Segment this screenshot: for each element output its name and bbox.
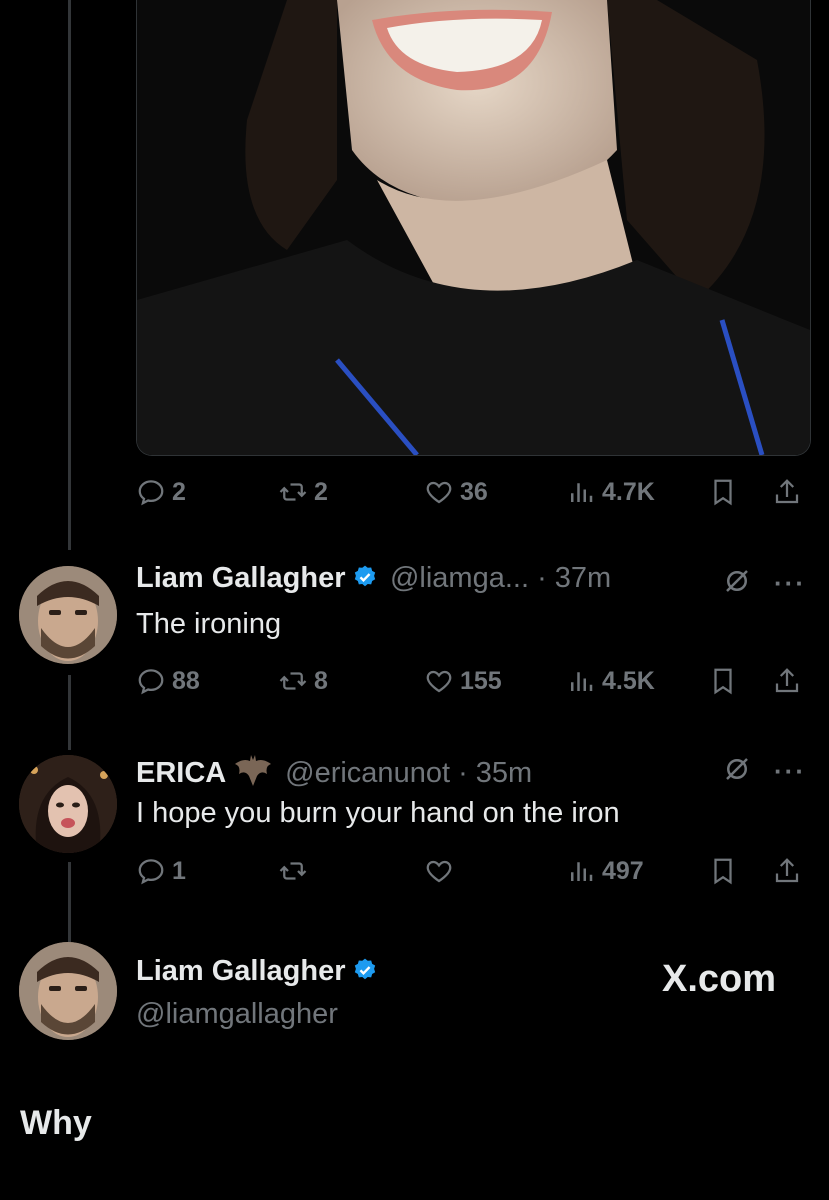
caption-text: Why (20, 1104, 92, 1142)
reply-count: 88 (172, 666, 200, 695)
heart-icon (426, 670, 452, 693)
repost-count: 2 (314, 477, 328, 506)
reply-1-header: Liam Gallagher @liamga... · 37m (136, 562, 611, 595)
post-media-photo[interactable] (136, 0, 811, 456)
like-count: 155 (460, 666, 502, 695)
more-icon[interactable]: ··· (774, 756, 806, 787)
views-count: 497 (602, 856, 644, 885)
views-icon (571, 862, 593, 881)
more-icon[interactable]: ··· (774, 568, 806, 599)
views-button[interactable]: 497 (566, 856, 644, 886)
author-handle[interactable]: @liamga... (390, 562, 529, 594)
grok-icon[interactable] (722, 754, 752, 789)
bookmark-icon (714, 479, 732, 506)
author-name[interactable]: Liam Gallagher (136, 562, 346, 594)
repost-icon (279, 862, 307, 880)
profile-name[interactable]: Liam Gallagher (136, 955, 346, 987)
post-text: The ironing (136, 608, 282, 640)
post-time[interactable]: 37m (555, 562, 611, 594)
reply-button[interactable]: 88 (136, 666, 200, 696)
post-time[interactable]: 35m (476, 757, 532, 789)
thread-line-top (68, 0, 71, 550)
reply-2-header: ERICA @ericanunot · 35m (136, 752, 532, 790)
like-count: 36 (460, 477, 488, 506)
repost-button[interactable]: 8 (278, 666, 328, 696)
bookmark-icon (714, 668, 732, 695)
like-button[interactable]: 36 (424, 477, 488, 507)
like-button[interactable] (424, 856, 460, 886)
x-com-watermark: X.com (662, 958, 777, 1000)
views-button[interactable]: 4.5K (566, 666, 655, 696)
grok-icon[interactable] (722, 566, 752, 601)
views-button[interactable]: 4.7K (566, 477, 655, 507)
share-button[interactable] (772, 477, 802, 507)
post-text: I hope you burn your hand on the iron (136, 797, 620, 829)
reply-count: 1 (172, 856, 186, 885)
thread-line-low (68, 862, 71, 942)
avatar-liam[interactable] (19, 566, 117, 664)
reply-button[interactable]: 2 (136, 477, 186, 507)
heart-icon (426, 481, 452, 504)
verified-badge-icon (354, 565, 375, 587)
repost-icon (279, 672, 307, 690)
reply-icon (138, 480, 164, 506)
share-button[interactable] (772, 666, 802, 696)
share-icon (775, 858, 799, 883)
share-button[interactable] (772, 856, 802, 886)
bookmark-icon (714, 858, 732, 885)
heart-icon (426, 860, 452, 883)
bookmark-button[interactable] (708, 856, 738, 886)
reply-icon (138, 859, 164, 885)
separator-dot: · (529, 562, 555, 594)
views-count: 4.7K (602, 477, 655, 506)
share-icon (775, 479, 799, 504)
profile-handle[interactable]: @liamgallagher (136, 998, 338, 1031)
repost-button[interactable] (278, 856, 314, 886)
bookmark-button[interactable] (708, 666, 738, 696)
separator-dot: · (450, 757, 476, 789)
repost-icon (279, 483, 307, 501)
like-button[interactable]: 155 (424, 666, 502, 696)
avatar-erica[interactable] (19, 755, 117, 853)
thread-line-mid (68, 675, 71, 750)
author-name[interactable]: ERICA (136, 757, 226, 789)
views-icon (571, 483, 593, 502)
views-count: 4.5K (602, 666, 655, 695)
repost-count: 8 (314, 666, 328, 695)
author-handle[interactable]: @ericanunot (285, 757, 450, 789)
reply-count: 2 (172, 477, 186, 506)
bat-emoji-icon (231, 752, 275, 786)
verified-badge-icon (354, 958, 375, 980)
reply-button[interactable]: 1 (136, 856, 186, 886)
share-icon (775, 668, 799, 693)
bookmark-button[interactable] (708, 477, 738, 507)
repost-button[interactable]: 2 (278, 477, 328, 507)
reply-icon (138, 669, 164, 695)
views-icon (571, 672, 593, 691)
avatar-liam-card[interactable] (19, 942, 117, 1040)
profile-name-row: Liam Gallagher (136, 955, 378, 988)
